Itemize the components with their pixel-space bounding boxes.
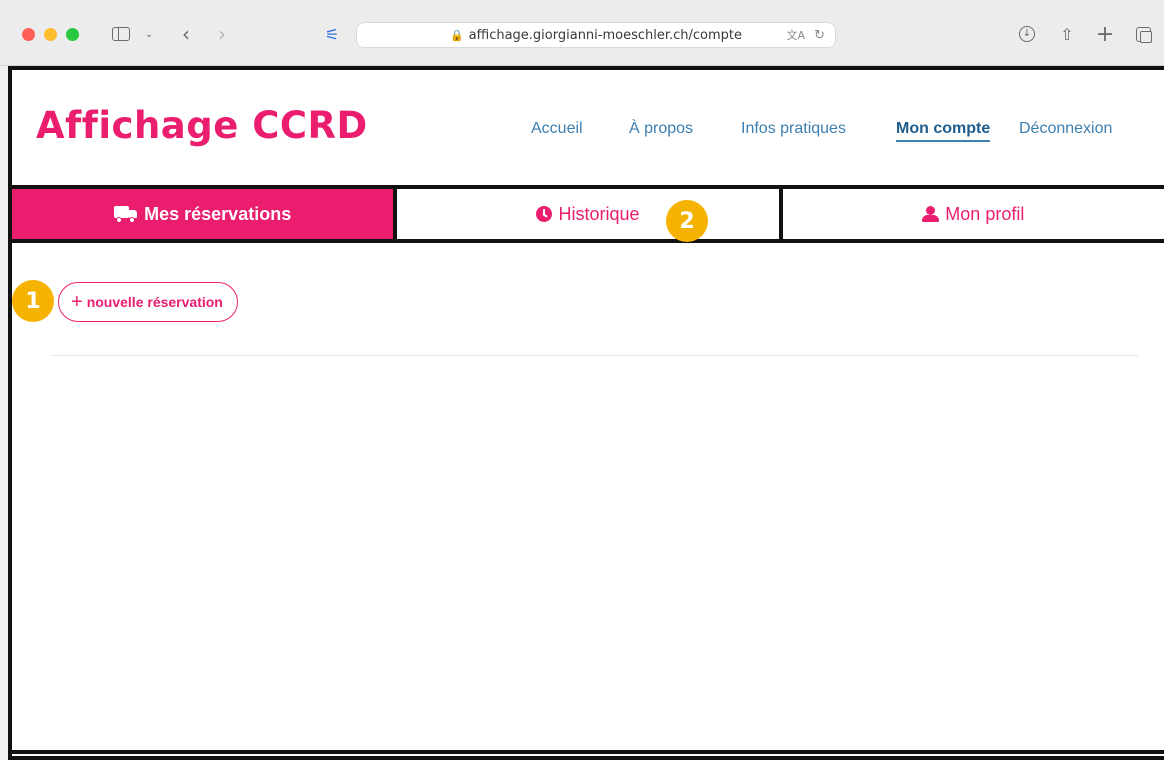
new-reservation-button[interactable]: + nouvelle réservation: [58, 282, 238, 322]
account-tabs: Mes réservations Historique Mon profil: [12, 185, 1164, 243]
lock-icon: 🔒: [449, 28, 464, 42]
new-reservation-label: nouvelle réservation: [86, 294, 223, 310]
tab-mon-profil[interactable]: Mon profil: [782, 189, 1164, 239]
new-tab-icon[interactable]: +: [1094, 22, 1116, 47]
plus-icon: +: [71, 291, 83, 313]
tab-label: Historique: [558, 203, 640, 224]
minimize-window-button[interactable]: [44, 28, 57, 41]
truck-icon: [114, 205, 138, 223]
back-icon[interactable]: ‹: [176, 22, 196, 46]
divider: [52, 355, 1138, 356]
close-window-button[interactable]: [22, 28, 35, 41]
forward-icon[interactable]: ›: [212, 22, 232, 46]
footer-border: [12, 750, 1164, 754]
annotation-badge-2: 2: [666, 200, 708, 242]
nav-item-mon-compte[interactable]: Mon compte: [896, 120, 991, 142]
tab-mes-reservations[interactable]: Mes réservations: [12, 189, 398, 239]
address-bar-url: affichage.giorgianni-moeschler.ch/compte: [468, 27, 743, 43]
share-icon[interactable]: ⇧: [1056, 22, 1078, 46]
clock-icon: [536, 206, 553, 222]
nav-item-accueil[interactable]: Accueil: [531, 120, 583, 138]
translate-icon[interactable]: 文A: [786, 27, 805, 43]
nav-item-infos-pratiques[interactable]: Infos pratiques: [741, 120, 846, 138]
main-nav: Accueil À propos Infos pratiques Mon com…: [12, 120, 1164, 144]
tab-overview-icon[interactable]: [1132, 22, 1154, 46]
browser-toolbar: ⌄ ‹ › ⚟ 🔒 affichage.giorgianni-moeschler…: [0, 0, 1164, 66]
sidebar-toggle-icon[interactable]: [110, 22, 132, 46]
tab-label: Mes réservations: [144, 203, 292, 224]
nav-item-deconnexion[interactable]: Déconnexion: [1019, 120, 1112, 138]
zoom-window-button[interactable]: [66, 28, 79, 41]
download-icon[interactable]: ↓: [1016, 22, 1038, 46]
site-header: Affichage CCRD Accueil À propos Infos pr…: [12, 70, 1164, 186]
window-controls: [22, 28, 79, 41]
tab-historique[interactable]: Historique: [397, 189, 783, 239]
address-bar[interactable]: 🔒 affichage.giorgianni-moeschler.ch/comp…: [356, 22, 836, 48]
chevron-down-icon[interactable]: ⌄: [142, 22, 156, 46]
tab-label: Mon profil: [945, 203, 1025, 224]
reload-icon[interactable]: ↻: [814, 28, 825, 43]
nav-item-a-propos[interactable]: À propos: [629, 120, 693, 138]
web-page: Affichage CCRD Accueil À propos Infos pr…: [8, 66, 1164, 760]
flask-icon[interactable]: ⚟: [322, 22, 342, 46]
annotation-badge-1: 1: [12, 280, 54, 322]
user-icon: [922, 206, 940, 222]
